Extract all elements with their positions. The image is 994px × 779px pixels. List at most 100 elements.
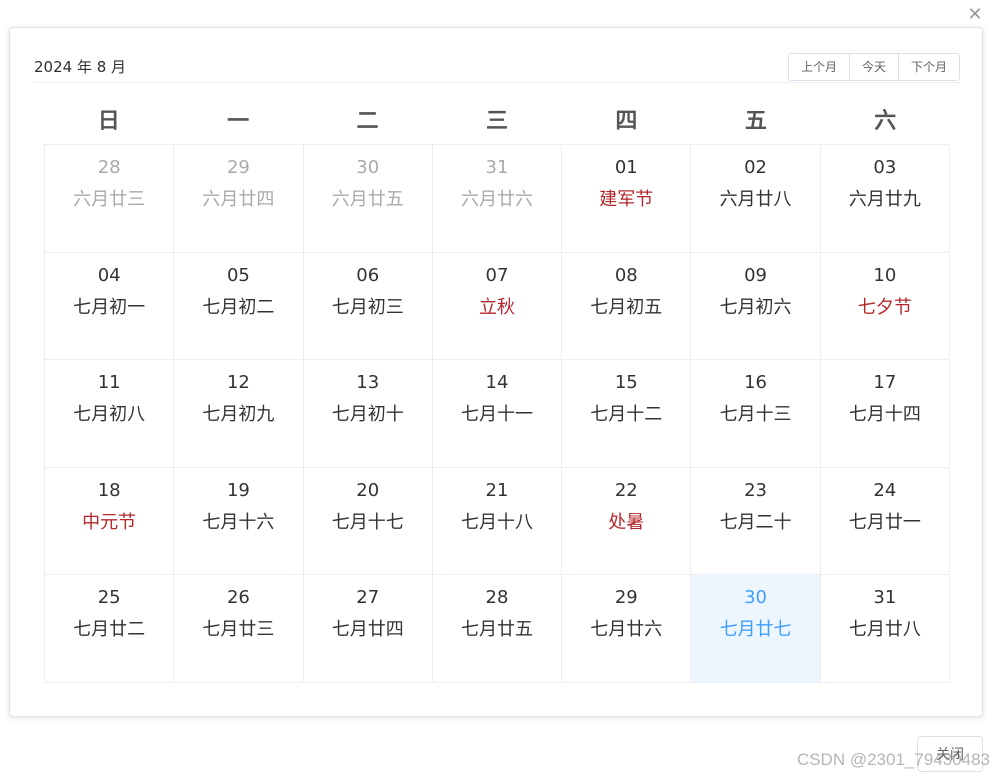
calendar-day-cell[interactable]: 16 七月十三 [691, 360, 821, 468]
today-button[interactable]: 今天 [849, 54, 899, 80]
day-number: 09 [744, 264, 768, 286]
lunar-date: 七月二十 [719, 511, 792, 533]
weekday-thu: 四 [615, 109, 638, 134]
lunar-date: 七月初五 [590, 296, 663, 318]
close-button[interactable]: 关闭 [917, 736, 983, 772]
calendar-day-cell[interactable]: 24 七月廿一 [820, 467, 950, 576]
weekday-sat: 六 [874, 109, 897, 134]
lunar-date: 六月廿五 [331, 189, 404, 210]
calendar-day-cell[interactable]: 01 建军节 [562, 145, 692, 253]
day-number: 20 [356, 479, 380, 501]
calendar-day-cell[interactable]: 03 六月廿九 [820, 145, 950, 253]
calendar-day-cell[interactable]: 08 七月初五 [562, 252, 692, 361]
lunar-date: 七月廿五 [460, 619, 533, 641]
weekday-fri: 五 [744, 109, 767, 134]
calendar-day-cell[interactable]: 18 中元节 [45, 467, 175, 576]
day-number: 05 [226, 264, 250, 286]
calendar-day-cell[interactable]: 04 七月初一 [45, 252, 175, 361]
calendar-day-cell[interactable]: 29 七月廿六 [562, 575, 692, 683]
day-number: 18 [97, 479, 121, 501]
calendar-day-cell[interactable]: 30 七月廿七 [691, 575, 821, 683]
calendar-day-cell[interactable]: 19 七月十六 [174, 467, 304, 576]
festival-label: 中元节 [82, 511, 137, 533]
festival-label: 立秋 [478, 296, 515, 318]
calendar-day-cell[interactable]: 14 七月十一 [432, 360, 563, 468]
day-number: 28 [485, 587, 509, 609]
day-number: 11 [97, 372, 121, 394]
calendar-day-cell[interactable]: 31 七月廿八 [820, 575, 950, 683]
calendar-day-cell[interactable]: 21 七月十八 [432, 467, 563, 576]
calendar-day-cell[interactable]: 10 七夕节 [820, 252, 950, 361]
lunar-date: 七月初三 [331, 296, 404, 318]
lunar-date: 六月廿三 [73, 189, 146, 210]
lunar-date: 七月十四 [848, 404, 921, 426]
calendar-day-cell[interactable]: 28 七月廿五 [432, 575, 563, 683]
calendar-day-cell[interactable]: 22 处暑 [562, 467, 692, 576]
lunar-date: 七月初二 [202, 296, 275, 318]
calendar-grid: 28 六月廿三 29 六月廿四 30 六月廿五 31 六月廿六 01 建军节 02 六月廿八 03 六月廿… [44, 144, 950, 683]
day-number: 07 [485, 264, 509, 286]
calendar-day-cell[interactable]: 05 七月初二 [174, 252, 304, 361]
day-number: 14 [485, 372, 509, 394]
weekday-wed: 三 [485, 109, 508, 134]
lunar-date: 七月初六 [719, 296, 792, 318]
calendar-day-cell[interactable]: 25 七月廿二 [45, 575, 175, 683]
lunar-date: 七月十六 [202, 511, 275, 533]
day-number: 15 [614, 372, 638, 394]
day-number: 25 [97, 587, 121, 609]
lunar-date: 七月初九 [202, 404, 275, 426]
lunar-date: 七月十一 [460, 404, 533, 426]
calendar-day-cell[interactable]: 12 七月初九 [174, 360, 304, 468]
calendar-day-cell[interactable]: 23 七月二十 [691, 467, 821, 576]
day-number: 10 [873, 264, 897, 286]
day-number: 27 [356, 587, 380, 609]
calendar-day-cell[interactable]: 26 七月廿三 [174, 575, 304, 683]
day-number: 23 [744, 479, 768, 501]
day-number: 24 [873, 479, 897, 501]
day-number: 30 [744, 587, 768, 609]
lunar-date: 七月初一 [73, 296, 146, 318]
day-number: 08 [614, 264, 638, 286]
day-number: 31 [873, 587, 897, 609]
calendar-day-cell[interactable]: 06 七月初三 [303, 252, 433, 361]
day-number: 31 [485, 157, 509, 178]
close-icon[interactable]: ✕ [964, 4, 986, 26]
lunar-date: 七月廿三 [202, 619, 275, 641]
weekday-tue: 二 [356, 109, 379, 134]
day-number: 19 [226, 479, 250, 501]
calendar-day-cell[interactable]: 29 六月廿四 [174, 145, 304, 253]
calendar-day-cell[interactable]: 13 七月初十 [303, 360, 433, 468]
prev-month-button[interactable]: 上个月 [788, 54, 850, 80]
day-number: 13 [356, 372, 380, 394]
day-number: 29 [614, 587, 638, 609]
calendar-day-cell[interactable]: 31 六月廿六 [432, 145, 563, 253]
lunar-date: 七月十二 [590, 404, 663, 426]
calendar-day-cell[interactable]: 09 七月初六 [691, 252, 821, 361]
lunar-date: 七月十七 [331, 511, 404, 533]
calendar-day-cell[interactable]: 07 立秋 [432, 252, 563, 361]
calendar-day-cell[interactable]: 15 七月十二 [562, 360, 692, 468]
festival-label: 处暑 [608, 511, 645, 533]
calendar-day-cell[interactable]: 30 六月廿五 [303, 145, 433, 253]
calendar-day-cell[interactable]: 11 七月初八 [45, 360, 175, 468]
calendar-day-cell[interactable]: 27 七月廿四 [303, 575, 433, 683]
lunar-date: 六月廿四 [202, 189, 275, 210]
lunar-date: 七月廿一 [848, 511, 921, 533]
day-number: 28 [97, 157, 121, 178]
calendar-day-cell[interactable]: 20 七月十七 [303, 467, 433, 576]
day-number: 01 [614, 157, 638, 178]
lunar-date: 七月初十 [331, 404, 404, 426]
calendar-day-cell[interactable]: 28 六月廿三 [45, 145, 175, 253]
weekday-mon: 一 [227, 109, 250, 134]
lunar-date: 七月廿二 [73, 619, 146, 641]
weekday-sun: 日 [97, 109, 120, 134]
lunar-date: 七月十八 [460, 511, 533, 533]
weekday-header: 日 一 二 三 四 五 六 [44, 102, 950, 142]
day-number: 17 [873, 372, 897, 394]
calendar-day-cell[interactable]: 17 七月十四 [820, 360, 950, 468]
day-number: 04 [97, 264, 121, 286]
lunar-date: 六月廿九 [848, 189, 921, 210]
calendar-day-cell[interactable]: 02 六月廿八 [691, 145, 821, 253]
next-month-button[interactable]: 下个月 [898, 54, 959, 80]
day-number: 16 [744, 372, 768, 394]
